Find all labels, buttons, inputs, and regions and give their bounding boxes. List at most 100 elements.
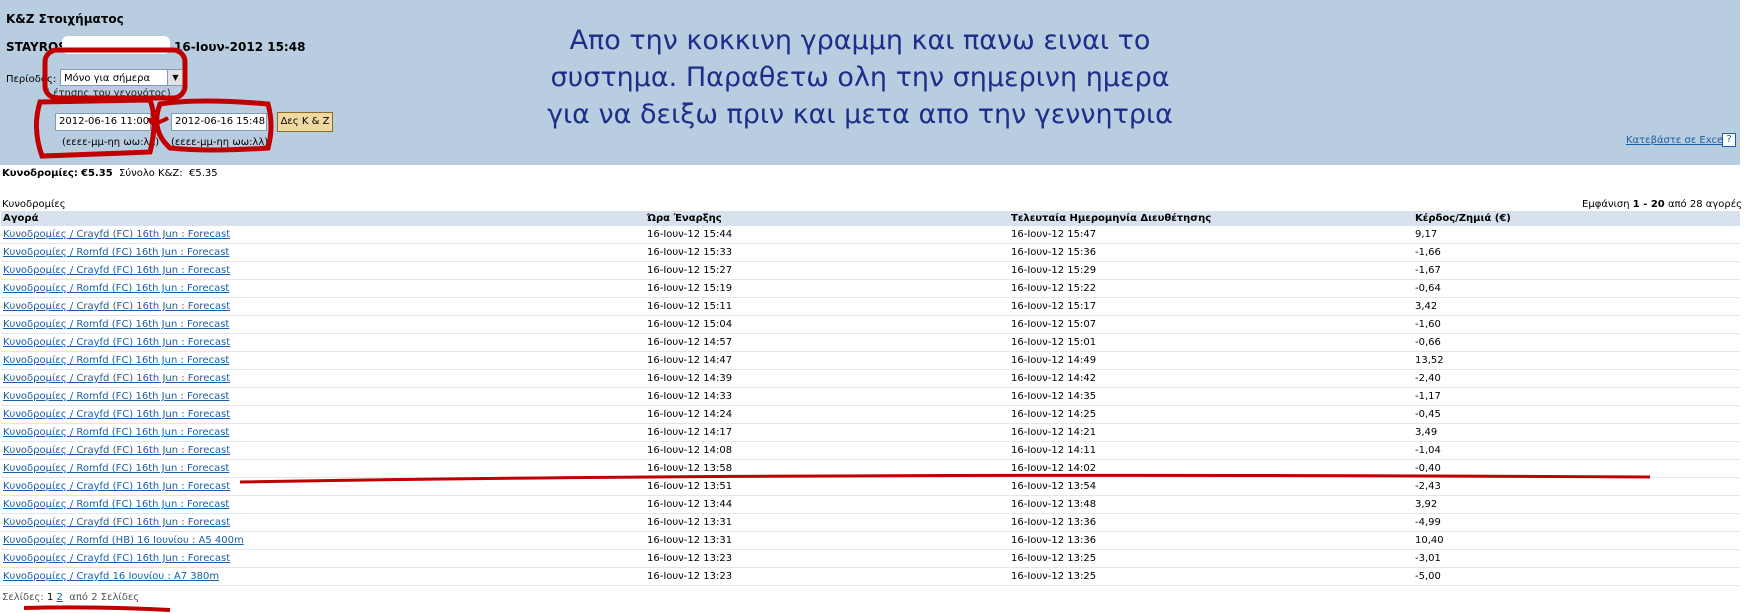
table-row: Κυνοδρομίες / Romfd (FC) 16th Jun : Fore…: [1, 243, 1740, 262]
settled-time-cell: 16-Ιουν-12 14:49: [1009, 351, 1413, 370]
market-link[interactable]: Κυνοδρομίες / Romfd (FC) 16th Jun : Fore…: [1, 243, 645, 262]
profit-loss-cell: -4,99: [1413, 513, 1740, 532]
market-link-text[interactable]: Κυνοδρομίες / Crayfd (FC) 16th Jun : For…: [3, 445, 230, 456]
profit-loss-cell: 3,49: [1413, 423, 1740, 442]
table-row: Κυνοδρομίες / Crayfd (FC) 16th Jun : For…: [1, 297, 1740, 316]
start-time-cell: 16-Ιουν-12 13:51: [645, 477, 1009, 496]
market-link-text[interactable]: Κυνοδρομίες / Romfd (FC) 16th Jun : Fore…: [3, 319, 229, 330]
start-time-cell: 16-Ιουν-12 14:17: [645, 423, 1009, 442]
table-row: Κυνοδρομίες / Romfd (FC) 16th Jun : Fore…: [1, 423, 1740, 442]
market-link-text[interactable]: Κυνοδρομίες / Crayfd (FC) 16th Jun : For…: [3, 553, 230, 564]
column-header-profit-loss[interactable]: Κέρδος/Ζημιά (€): [1413, 211, 1740, 226]
settled-time-cell: 16-Ιουν-12 13:54: [1009, 477, 1413, 496]
market-link[interactable]: Κυνοδρομίες / Crayfd (FC) 16th Jun : For…: [1, 226, 645, 244]
page-title: K&Z Στοιχήματος: [6, 12, 124, 26]
period-select[interactable]: Μόνο για σήμερα ▼: [60, 69, 184, 86]
download-excel-link[interactable]: Κατεβάστε σε Excel: [1626, 135, 1726, 146]
market-link-text[interactable]: Κυνοδρομίες / Romfd (FC) 16th Jun : Fore…: [3, 499, 229, 510]
settled-time-cell: 16-Ιουν-12 14:11: [1009, 441, 1413, 460]
market-link-text[interactable]: Κυνοδρομίες / Romfd (FC) 16th Jun : Fore…: [3, 355, 229, 366]
market-link-text[interactable]: Κυνοδρομίες / Crayfd (FC) 16th Jun : For…: [3, 337, 230, 348]
column-header-market[interactable]: Αγορά: [1, 211, 645, 226]
market-link-text[interactable]: Κυνοδρομίες / Crayfd (FC) 16th Jun : For…: [3, 373, 230, 384]
start-time-cell: 16-Ιουν-12 13:31: [645, 513, 1009, 532]
summary-amount: €5.35: [81, 168, 113, 179]
market-link[interactable]: Κυνοδρομίες / Romfd (FC) 16th Jun : Fore…: [1, 495, 645, 514]
profit-loss-cell: 9,17: [1413, 226, 1740, 244]
start-time-cell: 16-Ιουν-12 15:33: [645, 243, 1009, 262]
profit-loss-cell: -2,40: [1413, 369, 1740, 388]
profit-loss-cell: -0,40: [1413, 459, 1740, 478]
profit-loss-cell: -1,60: [1413, 315, 1740, 334]
profit-loss-cell: 3,42: [1413, 297, 1740, 316]
chevron-down-icon[interactable]: ▼: [167, 70, 183, 85]
market-link[interactable]: Κυνοδρομίες / Crayfd (FC) 16th Jun : For…: [1, 441, 645, 460]
market-link-text[interactable]: Κυνοδρομίες / Crayfd (FC) 16th Jun : For…: [3, 229, 230, 240]
market-link-text[interactable]: Κυνοδρομίες / Romfd (FC) 16th Jun : Fore…: [3, 391, 229, 402]
section-label: Κυνοδρομίες: [2, 199, 66, 210]
market-link[interactable]: Κυνοδρομίες / Crayfd (FC) 16th Jun : For…: [1, 297, 645, 316]
market-link-text[interactable]: Κυνοδρομίες / Crayfd (FC) 16th Jun : For…: [3, 481, 230, 492]
table-row: Κυνοδρομίες / Crayfd (FC) 16th Jun : For…: [1, 333, 1740, 352]
profit-loss-cell: 3,92: [1413, 495, 1740, 514]
market-link-text[interactable]: Κυνοδρομίες / Crayfd (FC) 16th Jun : For…: [3, 301, 230, 312]
settled-time-cell: 16-Ιουν-12 15:17: [1009, 297, 1413, 316]
market-link-text[interactable]: Κυνοδρομίες / Romfd (FC) 16th Jun : Fore…: [3, 463, 229, 474]
start-time-cell: 16-Ιουν-12 13:23: [645, 549, 1009, 568]
market-link[interactable]: Κυνοδρομίες / Crayfd (FC) 16th Jun : For…: [1, 405, 645, 424]
market-link-text[interactable]: Κυνοδρομίες / Romfd (HB) 16 Ιουνίου : A5…: [3, 535, 244, 546]
market-link-text[interactable]: Κυνοδρομίες / Crayfd (FC) 16th Jun : For…: [3, 517, 230, 528]
column-header-settled[interactable]: Τελευταία Ημερομηνία Διευθέτησης: [1009, 211, 1413, 226]
settled-time-cell: 16-Ιουν-12 14:21: [1009, 423, 1413, 442]
date-format-hint-from: (εεεε-μμ-ηη ωω:λλ): [62, 137, 160, 148]
markets-table: Αγορά Ώρα Έναρξης Τελευταία Ημερομηνία Δ…: [1, 211, 1740, 586]
market-link-text[interactable]: Κυνοδρομίες / Romfd (FC) 16th Jun : Fore…: [3, 427, 229, 438]
annotation-text: Απο την κοκκινη γραμμη και πανω ειναι το…: [520, 22, 1200, 133]
username: STAYROS: [6, 40, 67, 54]
market-link-text[interactable]: Κυνοδρομίες / Crayfd (FC) 16th Jun : For…: [3, 409, 230, 420]
market-link[interactable]: Κυνοδρομίες / Crayfd (FC) 16th Jun : For…: [1, 549, 645, 568]
page-link-2[interactable]: 2: [57, 592, 63, 603]
start-time-cell: 16-Ιουν-12 13:44: [645, 495, 1009, 514]
market-link-text[interactable]: Κυνοδρομίες / Crayfd (FC) 16th Jun : For…: [3, 265, 230, 276]
date-from-input[interactable]: 2012-06-16 11:00: [55, 113, 151, 131]
period-label: Περίοδος:: [6, 74, 57, 85]
settled-time-cell: 16-Ιουν-12 13:25: [1009, 567, 1413, 586]
market-link-text[interactable]: Κυνοδρομίες / Crayfd 16 Ιουνίου : A7 380…: [3, 571, 219, 582]
market-link[interactable]: Κυνοδρομίες / Romfd (FC) 16th Jun : Fore…: [1, 315, 645, 334]
market-link-text[interactable]: Κυνοδρομίες / Romfd (FC) 16th Jun : Fore…: [3, 247, 229, 258]
settled-time-cell: 16-Ιουν-12 15:36: [1009, 243, 1413, 262]
market-link[interactable]: Κυνοδρομίες / Romfd (FC) 16th Jun : Fore…: [1, 351, 645, 370]
table-row: Κυνοδρομίες / Crayfd (FC) 16th Jun : For…: [1, 513, 1740, 532]
redaction-mark: [62, 36, 170, 54]
table-row: Κυνοδρομίες / Romfd (FC) 16th Jun : Fore…: [1, 315, 1740, 334]
market-link[interactable]: Κυνοδρομίες / Romfd (FC) 16th Jun : Fore…: [1, 423, 645, 442]
market-link[interactable]: Κυνοδρομίες / Crayfd (FC) 16th Jun : For…: [1, 369, 645, 388]
market-link[interactable]: Κυνοδρομίες / Crayfd (FC) 16th Jun : For…: [1, 261, 645, 280]
market-link[interactable]: Κυνοδρομίες / Crayfd (FC) 16th Jun : For…: [1, 477, 645, 496]
page-link-1[interactable]: 1: [47, 592, 53, 603]
start-time-cell: 16-Ιουν-12 15:44: [645, 226, 1009, 244]
profit-loss-cell: 13,52: [1413, 351, 1740, 370]
settled-time-cell: 16-Ιουν-12 13:48: [1009, 495, 1413, 514]
market-link[interactable]: Κυνοδρομίες / Romfd (HB) 16 Ιουνίου : A5…: [1, 531, 645, 550]
market-link[interactable]: Κυνοδρομίες / Crayfd (FC) 16th Jun : For…: [1, 513, 645, 532]
market-link[interactable]: Κυνοδρομίες / Crayfd (FC) 16th Jun : For…: [1, 333, 645, 352]
table-row: Κυνοδρομίες / Crayfd (FC) 16th Jun : For…: [1, 477, 1740, 496]
table-row: Κυνοδρομίες / Crayfd (FC) 16th Jun : For…: [1, 369, 1740, 388]
showing-suffix: από 28 αγορές: [1667, 199, 1742, 210]
column-header-start-time[interactable]: Ώρα Έναρξης: [645, 211, 1009, 226]
market-link[interactable]: Κυνοδρομίες / Romfd (FC) 16th Jun : Fore…: [1, 459, 645, 478]
market-link[interactable]: Κυνοδρομίες / Romfd (FC) 16th Jun : Fore…: [1, 279, 645, 298]
table-row: Κυνοδρομίες / Romfd (FC) 16th Jun : Fore…: [1, 459, 1740, 478]
start-time-cell: 16-Ιουν-12 14:24: [645, 405, 1009, 424]
show-pl-button[interactable]: Δες K & Z: [277, 112, 333, 132]
start-time-cell: 16-Ιουν-12 13:58: [645, 459, 1009, 478]
table-row: Κυνοδρομίες / Romfd (HB) 16 Ιουνίου : A5…: [1, 531, 1740, 550]
market-link[interactable]: Κυνοδρομίες / Crayfd 16 Ιουνίου : A7 380…: [1, 567, 645, 586]
help-icon[interactable]: ?: [1722, 133, 1736, 147]
market-link-text[interactable]: Κυνοδρομίες / Romfd (FC) 16th Jun : Fore…: [3, 283, 229, 294]
date-to-input[interactable]: 2012-06-16 15:48: [171, 113, 267, 131]
start-time-cell: 16-Ιουν-12 14:33: [645, 387, 1009, 406]
market-link[interactable]: Κυνοδρομίες / Romfd (FC) 16th Jun : Fore…: [1, 387, 645, 406]
